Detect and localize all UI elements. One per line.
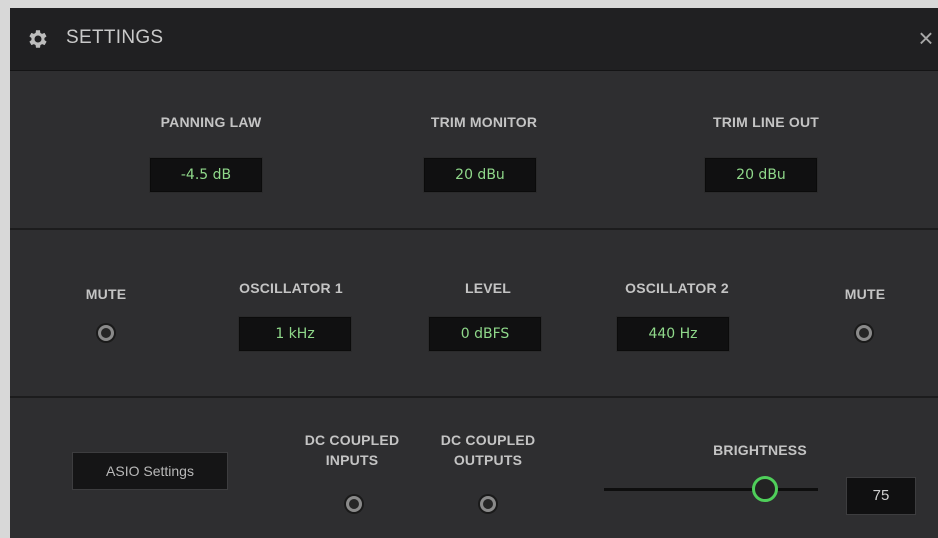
mute-left-label: MUTE xyxy=(85,286,127,302)
mute-right-label: MUTE xyxy=(844,286,886,302)
mute-right-toggle[interactable] xyxy=(856,325,872,341)
brightness-slider-knob[interactable] xyxy=(751,476,778,502)
level-label: LEVEL xyxy=(464,280,512,296)
oscillator-2-field[interactable]: 440 Hz xyxy=(616,316,730,352)
oscillator-2-label: OSCILLATOR 2 xyxy=(625,280,729,296)
monitor-section: PANNING LAW -4.5 dB TRIM MONITOR 20 dBu … xyxy=(10,71,938,228)
dc-inputs-line1: DC COUPLED xyxy=(304,432,400,448)
oscillator-section: MUTE OSCILLATOR 1 1 kHz LEVEL 0 dBFS OSC… xyxy=(10,230,938,396)
trim-line-out-label: TRIM LINE OUT xyxy=(712,114,820,130)
mute-left-toggle[interactable] xyxy=(98,325,114,341)
panning-law-field[interactable]: -4.5 dB xyxy=(149,157,263,193)
settings-window: SETTINGS × PANNING LAW -4.5 dB TRIM MONI… xyxy=(10,8,938,538)
oscillator-1-label: OSCILLATOR 1 xyxy=(239,280,343,296)
dc-outputs-line1: DC COUPLED xyxy=(440,432,536,448)
asio-settings-button[interactable]: ASIO Settings xyxy=(72,452,228,490)
trim-monitor-label: TRIM MONITOR xyxy=(430,114,538,130)
window-title: SETTINGS xyxy=(66,27,164,48)
device-section: ASIO Settings DC COUPLED INPUTS DC COUPL… xyxy=(10,398,938,538)
brightness-label: BRIGHTNESS xyxy=(713,442,807,458)
gear-icon xyxy=(29,30,47,48)
dc-outputs-line2: OUTPUTS xyxy=(453,452,523,468)
level-field[interactable]: 0 dBFS xyxy=(428,316,542,352)
dc-coupled-outputs-label: DC COUPLED OUTPUTS xyxy=(428,430,548,470)
dc-inputs-line2: INPUTS xyxy=(325,452,379,468)
dc-coupled-inputs-toggle[interactable] xyxy=(346,496,362,512)
trim-monitor-field[interactable]: 20 dBu xyxy=(423,157,537,193)
title-bar: SETTINGS × xyxy=(10,8,938,71)
dc-coupled-outputs-toggle[interactable] xyxy=(480,496,496,512)
trim-line-out-field[interactable]: 20 dBu xyxy=(704,157,818,193)
close-icon[interactable]: × xyxy=(914,24,938,52)
brightness-value-field[interactable]: 75 xyxy=(846,477,916,515)
panning-law-label: PANNING LAW xyxy=(160,114,262,130)
dc-coupled-inputs-label: DC COUPLED INPUTS xyxy=(292,430,412,470)
brightness-slider[interactable] xyxy=(604,476,818,502)
oscillator-1-field[interactable]: 1 kHz xyxy=(238,316,352,352)
